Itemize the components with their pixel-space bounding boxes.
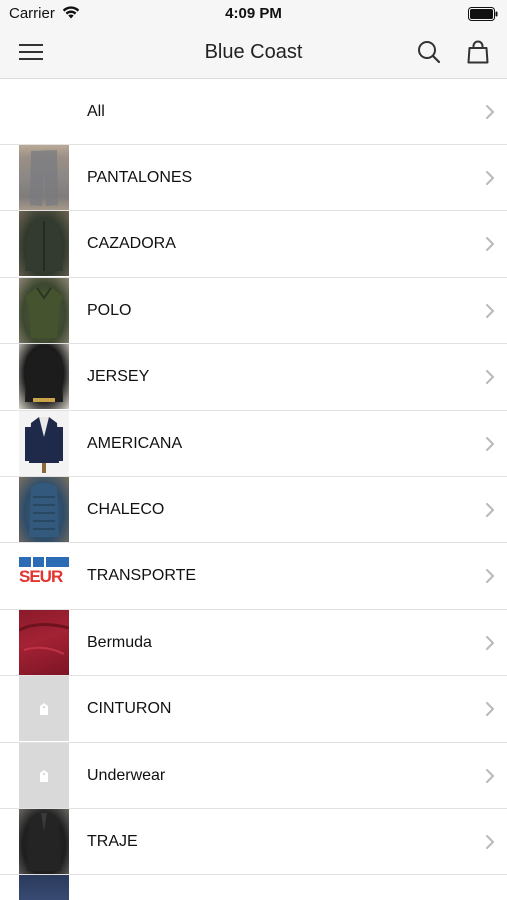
seur-logo-text: SEUR	[19, 567, 63, 587]
category-label: AMERICANA	[87, 434, 183, 452]
search-button[interactable]	[415, 40, 443, 68]
chevron-right-icon	[485, 236, 495, 252]
category-thumbnail	[19, 277, 69, 343]
category-thumbnail	[19, 875, 69, 900]
shopping-bag-icon	[467, 40, 489, 69]
category-thumbnail: SEUR	[19, 543, 69, 609]
category-row-underwear[interactable]: Underwear	[0, 742, 507, 809]
category-thumbnail	[19, 676, 69, 742]
status-time: 4:09 PM	[225, 5, 282, 22]
category-label: TRANSPORTE	[87, 567, 197, 585]
status-bar: Carrier 4:09 PM	[0, 0, 507, 28]
category-thumbnail	[19, 476, 69, 542]
category-label: TRAJE	[87, 832, 138, 850]
category-row-all[interactable]: All	[0, 79, 507, 145]
category-thumbnail	[19, 211, 69, 277]
seur-logo: SEUR	[19, 557, 69, 587]
category-row-pantalones[interactable]: PANTALONES	[0, 145, 507, 212]
category-label: All	[87, 103, 105, 120]
category-row-jersey[interactable]: JERSEY	[0, 344, 507, 411]
category-row-transporte[interactable]: SEUR TRANSPORTE	[0, 543, 507, 610]
category-thumbnail	[19, 742, 69, 808]
category-row-cazadora[interactable]: CAZADORA	[0, 211, 507, 278]
battery-icon	[468, 7, 498, 21]
category-thumbnail	[19, 145, 69, 210]
chevron-right-icon	[485, 369, 495, 385]
chevron-right-icon	[485, 635, 495, 651]
search-icon	[417, 40, 441, 69]
chevron-right-icon	[485, 104, 495, 120]
category-label: CINTURON	[87, 700, 172, 718]
category-row-partial[interactable]	[0, 875, 507, 900]
chevron-right-icon	[485, 502, 495, 518]
category-thumbnail	[19, 410, 69, 476]
category-row-americana[interactable]: AMERICANA	[0, 410, 507, 477]
image-placeholder-icon	[37, 769, 51, 788]
category-label: PANTALONES	[87, 169, 193, 186]
chevron-right-icon	[485, 303, 495, 319]
category-thumbnail	[19, 808, 69, 874]
chevron-right-icon	[485, 170, 495, 186]
category-label: POLO	[87, 301, 132, 319]
category-row-bermuda[interactable]: Bermuda	[0, 609, 507, 677]
chevron-right-icon	[485, 568, 495, 584]
category-list: All PANTALONES CAZADORA POLO JERSEY AMER…	[0, 79, 507, 900]
category-row-polo[interactable]: POLO	[0, 277, 507, 345]
category-row-cinturon[interactable]: CINTURON	[0, 676, 507, 743]
category-thumbnail	[19, 609, 69, 675]
category-label: Bermuda	[87, 633, 152, 651]
image-placeholder-icon	[37, 702, 51, 721]
category-thumbnail	[19, 344, 69, 410]
category-label: Underwear	[87, 766, 166, 784]
navigation-bar: Blue Coast	[0, 28, 507, 79]
cart-button[interactable]	[464, 40, 492, 68]
chevron-right-icon	[485, 701, 495, 717]
category-row-chaleco[interactable]: CHALECO	[0, 476, 507, 544]
category-label: CAZADORA	[87, 235, 176, 253]
chevron-right-icon	[485, 436, 495, 452]
chevron-right-icon	[485, 834, 495, 850]
chevron-right-icon	[485, 768, 495, 784]
category-label: JERSEY	[87, 368, 150, 386]
category-row-traje[interactable]: TRAJE	[0, 808, 507, 876]
category-label: CHALECO	[87, 500, 165, 518]
